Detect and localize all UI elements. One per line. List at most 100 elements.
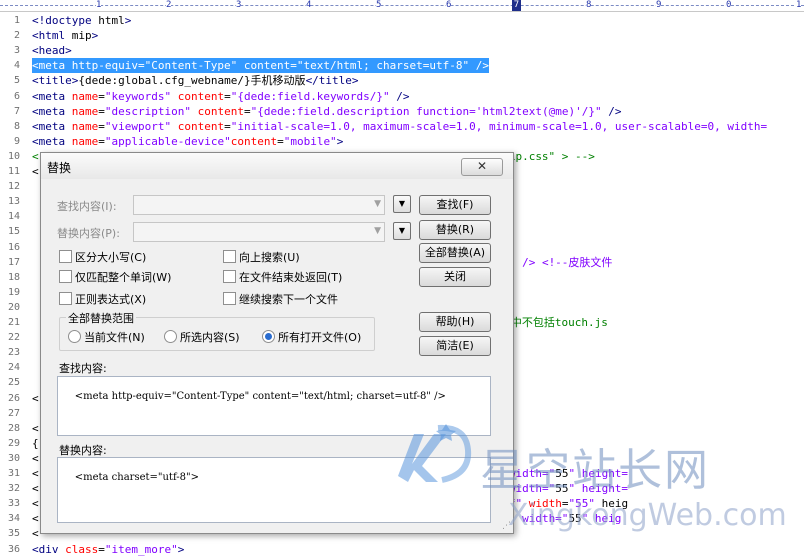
code-text: <title>{dede:global.cfg_webname/}手机移动版</… [32, 74, 359, 88]
line-number: 15 [7, 226, 20, 238]
replace-scope-legend: 全部替换范围 [66, 310, 136, 326]
replace-history-dropdown-button[interactable]: ▼ [393, 222, 411, 240]
ruler-tick-label: 2 [166, 0, 172, 11]
line-number: 16 [7, 241, 20, 253]
replace-area-label: 替换内容: [59, 444, 107, 457]
line-number: 32 [7, 483, 20, 495]
code-line[interactable]: 6 <meta name="keywords" content="{dede:fi… [0, 89, 804, 104]
line-number: 1 [13, 15, 20, 26]
match-case-checkbox[interactable] [59, 250, 72, 263]
find-content-textarea[interactable]: <meta http-equiv="Content-Type" content=… [57, 376, 491, 436]
code-text: <meta name="applicable-device"content="m… [32, 134, 344, 148]
code-line[interactable]: 2 <html mip> [0, 28, 804, 43]
line-number: 30 [7, 452, 20, 464]
wrap-around-checkbox[interactable] [223, 270, 236, 283]
code-text: <meta name="description" content="{dede:… [32, 104, 622, 118]
line-number: 25 [7, 377, 20, 389]
line-number: 23 [7, 347, 20, 359]
scope-selection-label: 所选内容(S) [180, 331, 240, 344]
scope-current-file-radio[interactable] [68, 330, 81, 343]
line-number: 11 [7, 166, 20, 177]
continue-next-file-label: 继续搜索下一个文件 [239, 293, 338, 306]
line-number: 5 [13, 75, 20, 87]
line-number: 26 [7, 392, 20, 404]
line-number: 8 [13, 120, 20, 132]
line-number: 18 [7, 271, 20, 283]
search-up-checkbox[interactable] [223, 250, 236, 263]
ruler-tick-label: 0 [726, 0, 732, 11]
line-number: 9 [13, 135, 20, 147]
find-history-dropdown-button[interactable]: ▼ [393, 195, 411, 213]
replace-content-text: <meta charset="utf-8"> [74, 472, 200, 483]
help-button[interactable]: 帮助(H) [419, 312, 491, 332]
ruler-tick-label: 8 [586, 0, 592, 11]
line-number: 29 [7, 437, 20, 449]
code-line[interactable]: 9 <meta name="applicable-device"content="… [0, 134, 804, 149]
code-text: { [32, 436, 39, 450]
ruler-tick-label: 1 [796, 0, 802, 11]
replace-button[interactable]: 替换(R) [419, 220, 491, 240]
match-case-label: 区分大小写(C) [75, 251, 147, 264]
line-number: 6 [13, 90, 20, 102]
find-label: 查找内容(I): [57, 200, 117, 213]
ruler-tick-label: 1 [96, 0, 102, 11]
ruler-line [0, 5, 804, 6]
regex-checkbox[interactable] [59, 292, 72, 305]
replace-label: 替换内容(P): [57, 227, 120, 240]
code-text: <meta name="viewport" content="initial-s… [32, 119, 768, 133]
line-number: 20 [7, 301, 20, 313]
line-number: 22 [7, 332, 20, 344]
ruler-tick-label: 6 [446, 0, 452, 11]
replace-all-button[interactable]: 全部替换(A) [419, 243, 491, 263]
line-number: 10 [7, 150, 20, 162]
line-number: 34 [7, 513, 20, 525]
close-button[interactable]: 关闭 [419, 267, 491, 287]
find-combo[interactable]: ▼ [133, 195, 385, 215]
code-text: < [32, 421, 39, 435]
code-text: < [32, 527, 39, 541]
line-number: 4 [13, 60, 20, 72]
code-line[interactable]: 8 <meta name="viewport" content="initial-… [0, 119, 804, 134]
code-text: <meta http-equiv="Content-Type" content=… [32, 58, 489, 74]
chevron-down-icon: ▼ [398, 199, 406, 208]
replace-content-textarea[interactable]: <meta charset="utf-8"> [57, 457, 491, 523]
combo-arrow-icon: ▼ [374, 226, 381, 236]
find-button[interactable]: 查找(F) [419, 195, 491, 215]
column-ruler: 123456789017 [0, 0, 804, 12]
code-text: <meta name="keywords" content="{dede:fie… [32, 89, 410, 103]
scope-all-open-files-radio[interactable] [262, 330, 275, 343]
wrap-around-label: 在文件结束处返回(T) [239, 271, 343, 284]
code-line[interactable]: 1 <!doctype html> [0, 13, 804, 28]
replace-combo[interactable]: ▼ [133, 222, 385, 242]
code-text: <head> [32, 44, 72, 58]
code-line[interactable]: 4 <meta http-equiv="Content-Type" content… [0, 58, 804, 74]
continue-next-file-checkbox[interactable] [223, 292, 236, 305]
code-line[interactable]: 5 <title>{dede:global.cfg_webname/}手机移动版<… [0, 73, 804, 88]
line-number: 35 [7, 528, 20, 540]
line-number: 14 [7, 211, 20, 223]
line-number: 19 [7, 286, 20, 298]
regex-label: 正则表达式(X) [75, 293, 147, 306]
dialog-title: 替换 [47, 161, 72, 175]
code-line[interactable]: 36 <div class="item_more"> [0, 542, 804, 557]
whole-word-checkbox[interactable] [59, 270, 72, 283]
code-text: <html mip> [32, 29, 99, 43]
close-icon[interactable]: ✕ [461, 158, 503, 176]
ruler-tick-label: 9 [656, 0, 662, 11]
resize-grip-icon[interactable]: ⋰ [502, 521, 511, 531]
replace-dialog: 替换 ✕ 查找内容(I): ▼ ▼ 替换内容(P): ▼ ▼ 查找(F) 替换(… [40, 152, 514, 534]
line-number: 12 [7, 181, 20, 193]
scope-selection-radio[interactable] [164, 330, 177, 343]
code-line[interactable]: 7 <meta name="description" content="{dede… [0, 104, 804, 119]
line-number: 2 [13, 30, 20, 42]
dialog-titlebar[interactable]: 替换 ✕ [41, 153, 513, 179]
scope-current-file-label: 当前文件(N) [84, 331, 145, 344]
code-text: <div class="item_more"> [32, 542, 185, 556]
code-text: < [32, 165, 39, 178]
replace-scope-group: 全部替换范围 当前文件(N) 所选内容(S) 所有打开文件(O) [59, 310, 375, 351]
simple-mode-button[interactable]: 简洁(E) [419, 336, 491, 356]
ruler-tick-label: 5 [376, 0, 382, 11]
line-number: 21 [7, 317, 20, 328]
code-line[interactable]: 3 <head> [0, 43, 804, 58]
line-number: 17 [7, 256, 20, 268]
